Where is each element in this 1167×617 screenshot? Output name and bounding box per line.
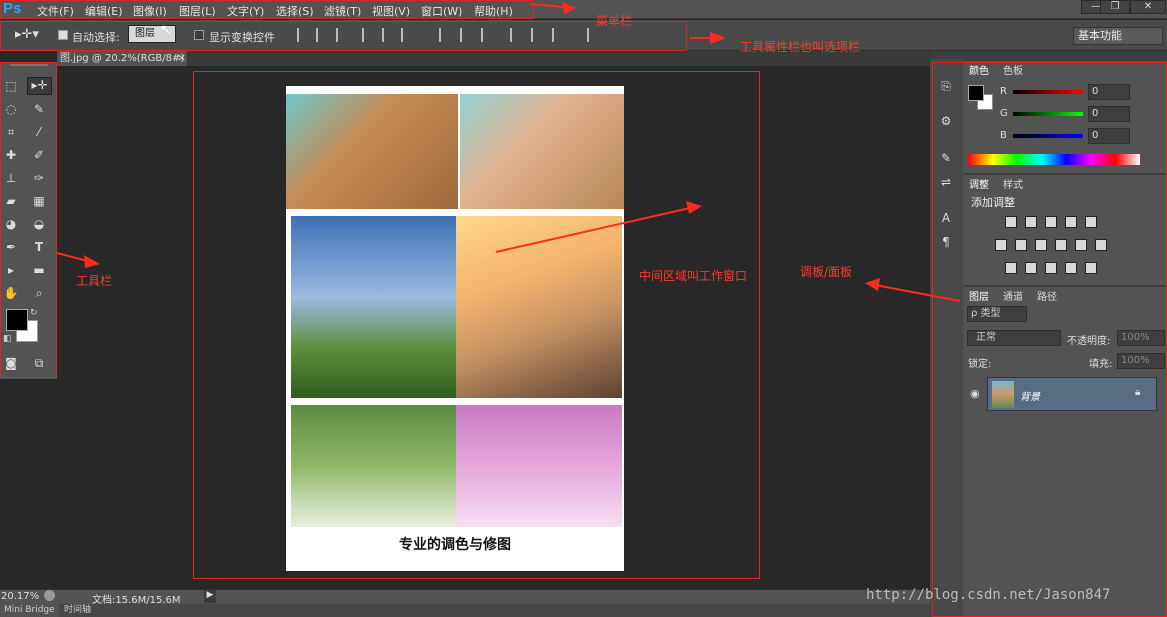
watermark-text: http://blog.csdn.net/Jason847 xyxy=(866,587,1111,603)
panels-arrow xyxy=(874,284,961,302)
workarea-annotation: 中间区域叫工作窗口 xyxy=(639,269,748,283)
toolbar-annotation: 工具栏 xyxy=(76,274,113,288)
menubar-arrow-head xyxy=(562,2,576,14)
workarea-arrow xyxy=(495,207,691,253)
annotation-arrows xyxy=(56,2,961,302)
panels-arrow-head xyxy=(865,278,880,291)
toolbar-arrow-head xyxy=(84,255,100,268)
optionbar-arrow-head xyxy=(710,32,726,44)
workarea-arrow-head xyxy=(686,201,702,214)
optionbar-annotation: 工具属性栏也叫选项栏 xyxy=(740,40,861,54)
panels-annotation: 调板/面板 xyxy=(800,265,853,279)
menubar-annotation: 菜单栏 xyxy=(596,14,633,28)
